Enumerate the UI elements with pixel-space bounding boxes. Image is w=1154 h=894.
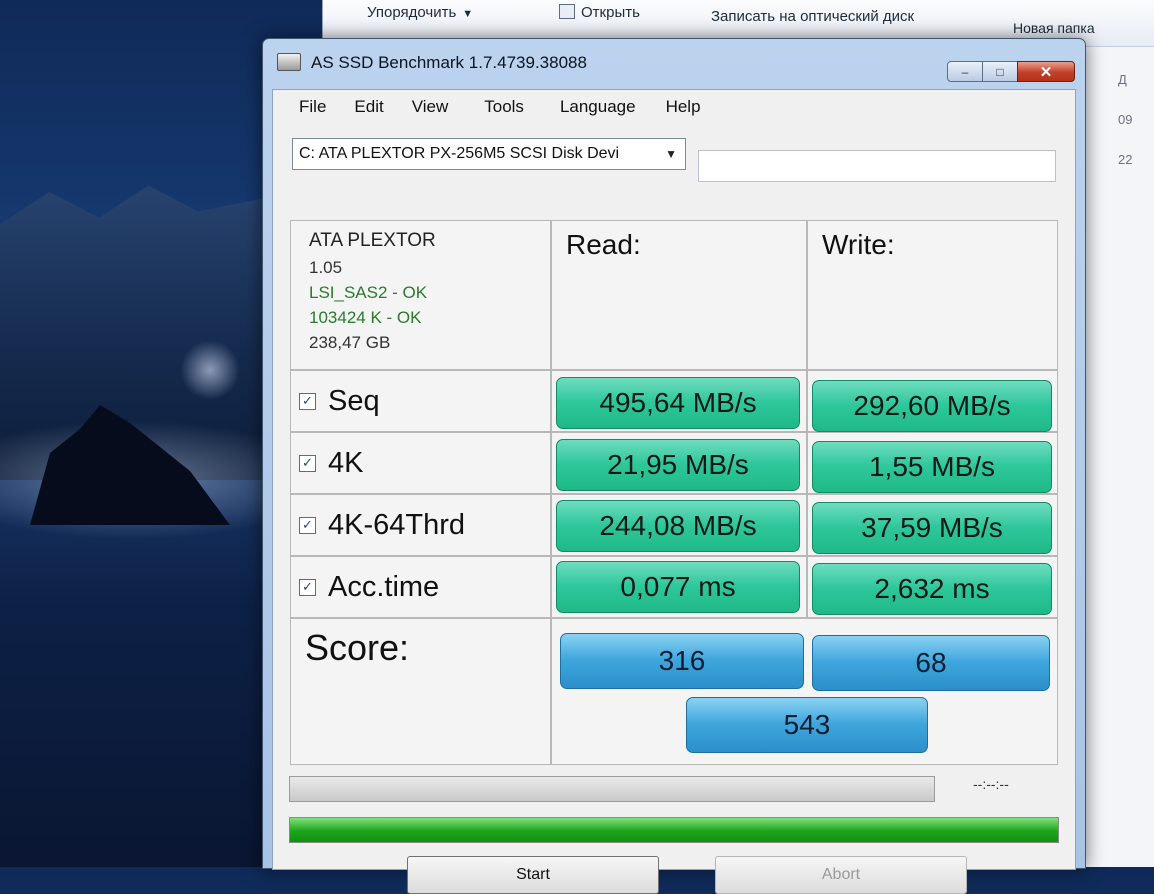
score-total-value: 543 xyxy=(686,697,928,753)
score-read-value: 316 xyxy=(560,633,804,689)
drive-info-panel: ATA PLEXTOR 1.05 LSI_SAS2 - OK 103424 K … xyxy=(290,220,551,370)
drive-info-field xyxy=(698,150,1056,182)
list-item[interactable]: 22 xyxy=(1118,140,1154,180)
abort-button[interactable]: Abort xyxy=(715,856,967,894)
new-folder-button[interactable]: Новая папка xyxy=(1013,20,1095,36)
menu-bar: File Edit View Tools Language Help xyxy=(273,90,1075,122)
4k-64thrd-label: 4K-64Thrd xyxy=(328,508,466,541)
4k-64thrd-checkbox[interactable]: ✓ xyxy=(299,516,316,534)
start-button[interactable]: Start xyxy=(407,856,659,894)
drive-model: ATA PLEXTOR xyxy=(309,230,436,251)
4k-64thrd-write-value: 37,59 MB/s xyxy=(812,502,1052,554)
organize-label: Упорядочить xyxy=(367,4,457,21)
test-row-4k: ✓ 4K xyxy=(290,432,551,494)
test-progress-bar xyxy=(289,776,935,802)
test-row-acc-time: ✓ Acc.time xyxy=(290,556,551,618)
menu-help[interactable]: Help xyxy=(650,90,715,122)
title-bar[interactable]: AS SSD Benchmark 1.7.4739.38088 – □ ✕ xyxy=(263,39,1085,87)
menu-language[interactable]: Language xyxy=(538,90,650,122)
checkmark-icon: ✓ xyxy=(302,579,313,594)
open-label: Открыть xyxy=(581,4,640,21)
window-title: AS SSD Benchmark 1.7.4739.38088 xyxy=(311,53,587,72)
drive-select-value: C: ATA PLEXTOR PX-256M5 SCSI Disk Devi xyxy=(299,145,620,162)
seq-checkbox[interactable]: ✓ xyxy=(299,392,316,410)
checkmark-icon: ✓ xyxy=(302,393,313,408)
menu-tools[interactable]: Tools xyxy=(462,90,538,122)
acc-time-label: Acc.time xyxy=(328,570,440,603)
maximize-button[interactable]: □ xyxy=(982,61,1018,82)
list-item[interactable]: 09 xyxy=(1118,100,1154,140)
4k-read-value: 21,95 MB/s xyxy=(556,439,800,491)
4k-checkbox[interactable]: ✓ xyxy=(299,454,316,472)
alignment-status: 103424 K - OK xyxy=(309,308,422,327)
4k-label: 4K xyxy=(328,446,364,479)
as-ssd-window: AS SSD Benchmark 1.7.4739.38088 – □ ✕ Fi… xyxy=(262,38,1086,894)
desktop-wallpaper-lights xyxy=(180,340,240,400)
checkmark-icon: ✓ xyxy=(302,517,313,532)
minimize-button[interactable]: – xyxy=(947,61,983,82)
minimize-icon: – xyxy=(961,64,969,79)
read-header: Read: xyxy=(551,220,807,370)
menu-view[interactable]: View xyxy=(398,90,463,122)
burn-disc-label: Записать на оптический диск xyxy=(711,8,915,25)
elapsed-timer: --:--:-- xyxy=(973,776,1009,792)
explorer-file-list: Д 09 22 xyxy=(1118,60,1154,180)
seq-read-value: 495,64 MB/s xyxy=(556,377,800,429)
organize-button[interactable]: Упорядочить ▼ xyxy=(367,4,473,21)
test-row-seq: ✓ Seq xyxy=(290,370,551,432)
acc-time-read-value: 0,077 ms xyxy=(556,561,800,613)
total-progress-bar xyxy=(289,817,1059,843)
checkmark-icon: ✓ xyxy=(302,455,313,470)
menu-file[interactable]: File xyxy=(273,90,340,122)
open-icon xyxy=(559,4,575,19)
acc-time-write-value: 2,632 ms xyxy=(812,563,1052,615)
results-grid: ATA PLEXTOR 1.05 LSI_SAS2 - OK 103424 K … xyxy=(290,220,1058,765)
close-icon: ✕ xyxy=(1039,63,1053,81)
client-area: File Edit View Tools Language Help C: AT… xyxy=(272,89,1076,894)
4k-64thrd-read-value: 244,08 MB/s xyxy=(556,500,800,552)
driver-status: LSI_SAS2 - OK xyxy=(309,283,428,302)
total-progress-fill xyxy=(290,818,1058,842)
score-label: Score: xyxy=(290,618,551,765)
4k-write-value: 1,55 MB/s xyxy=(812,441,1052,493)
maximize-icon: □ xyxy=(996,64,1004,79)
chevron-down-icon: ▼ xyxy=(462,8,474,20)
open-button[interactable]: Открыть xyxy=(559,4,640,21)
seq-label: Seq xyxy=(328,384,380,417)
drive-icon xyxy=(277,53,301,71)
drive-firmware: 1.05 xyxy=(309,258,343,277)
acc-time-checkbox[interactable]: ✓ xyxy=(299,578,316,596)
drive-select[interactable]: C: ATA PLEXTOR PX-256M5 SCSI Disk Devi ▼ xyxy=(292,138,686,170)
test-row-4k-64thrd: ✓ 4K-64Thrd xyxy=(290,494,551,556)
list-item[interactable]: Д xyxy=(1118,60,1154,100)
drive-capacity: 238,47 GB xyxy=(309,333,391,352)
menu-edit[interactable]: Edit xyxy=(340,90,397,122)
seq-write-value: 292,60 MB/s xyxy=(812,380,1052,432)
score-write-value: 68 xyxy=(812,635,1050,691)
close-button[interactable]: ✕ xyxy=(1017,61,1075,82)
burn-disc-button[interactable]: Записать на оптический диск xyxy=(711,8,914,25)
write-header: Write: xyxy=(807,220,1058,370)
chevron-down-icon: ▼ xyxy=(665,147,677,161)
window-controls: – □ ✕ xyxy=(947,61,1075,82)
new-folder-label: Новая папка xyxy=(1013,20,1095,36)
